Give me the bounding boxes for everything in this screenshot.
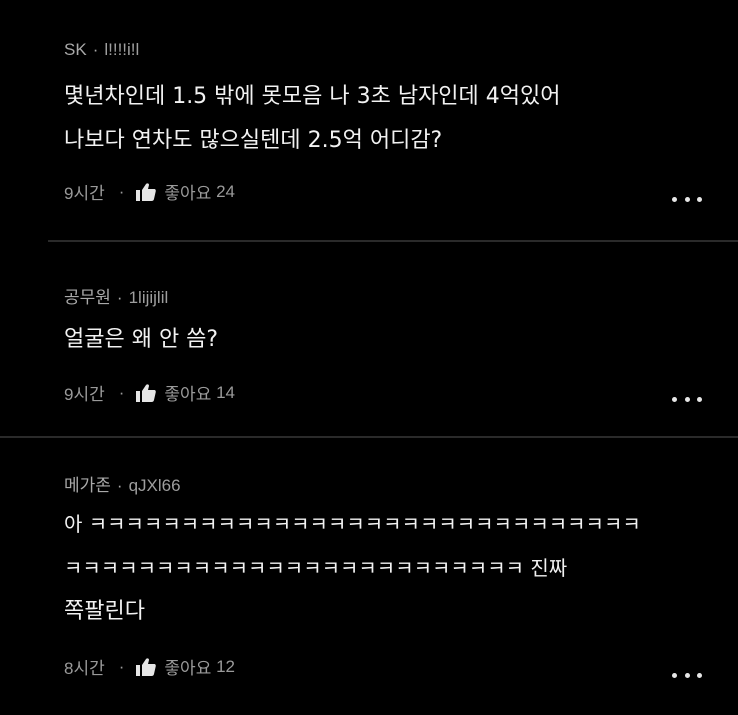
comment-author[interactable]: 공무원 — [64, 288, 111, 307]
meta-separator: · — [92, 40, 99, 59]
comment-meta: 공무원 · 1lijijlil — [64, 283, 168, 308]
more-options-icon[interactable] — [672, 670, 702, 680]
comment-divider — [0, 436, 738, 438]
comment-footer: 8시간 · 좋아요 12 — [64, 654, 235, 679]
comment-user-id: 1lijijlil — [128, 288, 169, 307]
more-options-icon[interactable] — [672, 394, 702, 404]
like-count: 14 — [216, 382, 235, 402]
comment-time: 8시간 — [64, 659, 105, 678]
like-label: 좋아요 — [164, 659, 212, 678]
comment-divider — [48, 240, 738, 242]
comment-time: 9시간 — [64, 184, 105, 203]
comment-text-line: 아 ㅋㅋㅋㅋㅋㅋㅋㅋㅋㅋㅋㅋㅋㅋㅋㅋㅋㅋㅋㅋㅋㅋㅋㅋㅋㅋㅋㅋㅋㅋ — [64, 512, 641, 536]
comment-text-line: 몇년차인데 1.5 밖에 못모음 나 3초 남자인데 4억있어 — [64, 84, 561, 109]
meta-separator: · — [116, 476, 123, 495]
thumbs-up-icon[interactable] — [136, 657, 157, 676]
comment-time: 9시간 — [64, 385, 105, 404]
thumbs-up-icon[interactable] — [136, 182, 157, 201]
comment-footer: 9시간 · 좋아요 14 — [64, 380, 235, 405]
footer-separator: · — [118, 382, 125, 402]
like-label: 좋아요 — [164, 385, 212, 404]
footer-separator: · — [118, 656, 125, 676]
comment-text-line: 쪽팔린다 — [64, 599, 145, 624]
comment-user-id: qJXl66 — [128, 476, 181, 495]
comment-meta: 메가존 · qJXl66 — [64, 471, 181, 496]
comment-user-id: l!!!!i!l — [104, 40, 140, 59]
like-count: 12 — [216, 656, 235, 676]
like-label: 좋아요 — [164, 184, 212, 203]
comment-text-line: 나보다 연차도 많으실텐데 2.5억 어디감? — [64, 128, 443, 153]
comment-meta: SK · l!!!!i!l — [64, 40, 139, 60]
more-options-icon[interactable] — [672, 194, 702, 204]
comment-author[interactable]: 메가존 — [64, 476, 111, 495]
thumbs-up-icon[interactable] — [136, 383, 157, 402]
comment-text-line: 얼굴은 왜 안 씀? — [64, 327, 219, 352]
footer-separator: · — [118, 181, 125, 201]
comment-author[interactable]: SK — [64, 40, 87, 59]
like-count: 24 — [216, 181, 235, 201]
comment-footer: 9시간 · 좋아요 24 — [64, 179, 235, 204]
comment-text-line: ㅋㅋㅋㅋㅋㅋㅋㅋㅋㅋㅋㅋㅋㅋㅋㅋㅋㅋㅋㅋㅋㅋㅋㅋㅋ 진짜 — [64, 556, 568, 580]
meta-separator: · — [116, 288, 123, 307]
